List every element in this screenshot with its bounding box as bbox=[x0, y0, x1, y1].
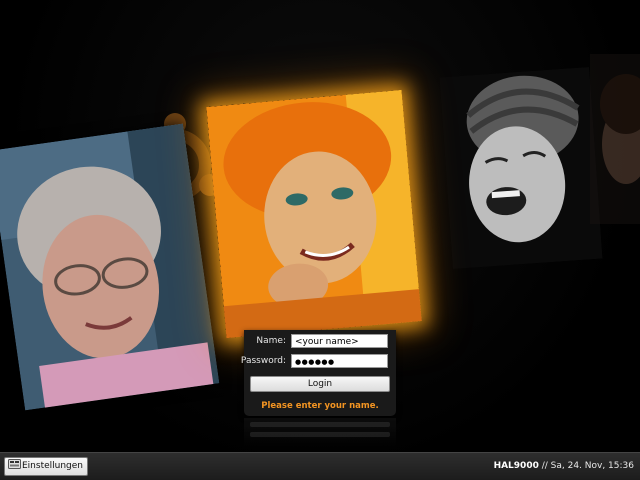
clock: Sa, 24. Nov, 15:36 bbox=[550, 461, 634, 471]
settings-button-label: Einstellungen bbox=[22, 461, 84, 471]
password-row: Password: ●●●●●● bbox=[240, 354, 396, 370]
password-label: Password: bbox=[240, 356, 286, 366]
user-photo-right[interactable] bbox=[439, 67, 603, 269]
login-panel: Name: <your name> Password: ●●●●●● Login… bbox=[240, 330, 396, 416]
login-button[interactable]: Login bbox=[250, 376, 390, 392]
portrait-image bbox=[206, 89, 422, 339]
settings-button[interactable]: Einstellungen bbox=[4, 457, 89, 476]
settings-icon bbox=[8, 459, 21, 469]
system-status: HAL9000 // Sa, 24. Nov, 15:36 bbox=[494, 461, 634, 471]
user-photo-left[interactable] bbox=[0, 123, 220, 411]
name-input[interactable]: <your name> bbox=[291, 334, 388, 348]
hostname: HAL9000 bbox=[493, 461, 539, 471]
taskbar: Einstellungen HAL9000 // Sa, 24. Nov, 15… bbox=[0, 452, 640, 480]
reflection-bar bbox=[250, 432, 390, 437]
login-screen: Name: <your name> Password: ●●●●●● Login… bbox=[0, 0, 640, 480]
portrait-image bbox=[590, 54, 640, 224]
name-label: Name: bbox=[256, 336, 286, 346]
user-photo-selected[interactable] bbox=[206, 89, 422, 339]
portrait-image bbox=[439, 67, 603, 269]
password-input[interactable]: ●●●●●● bbox=[291, 354, 388, 368]
status-message: Please enter your name. bbox=[261, 401, 379, 411]
status-separator: // bbox=[538, 461, 551, 471]
user-photo-far[interactable] bbox=[590, 54, 640, 224]
portrait-image bbox=[0, 123, 220, 411]
name-row: Name: <your name> bbox=[244, 334, 396, 350]
reflection-bar bbox=[250, 422, 390, 427]
panel-reflection bbox=[244, 418, 396, 448]
